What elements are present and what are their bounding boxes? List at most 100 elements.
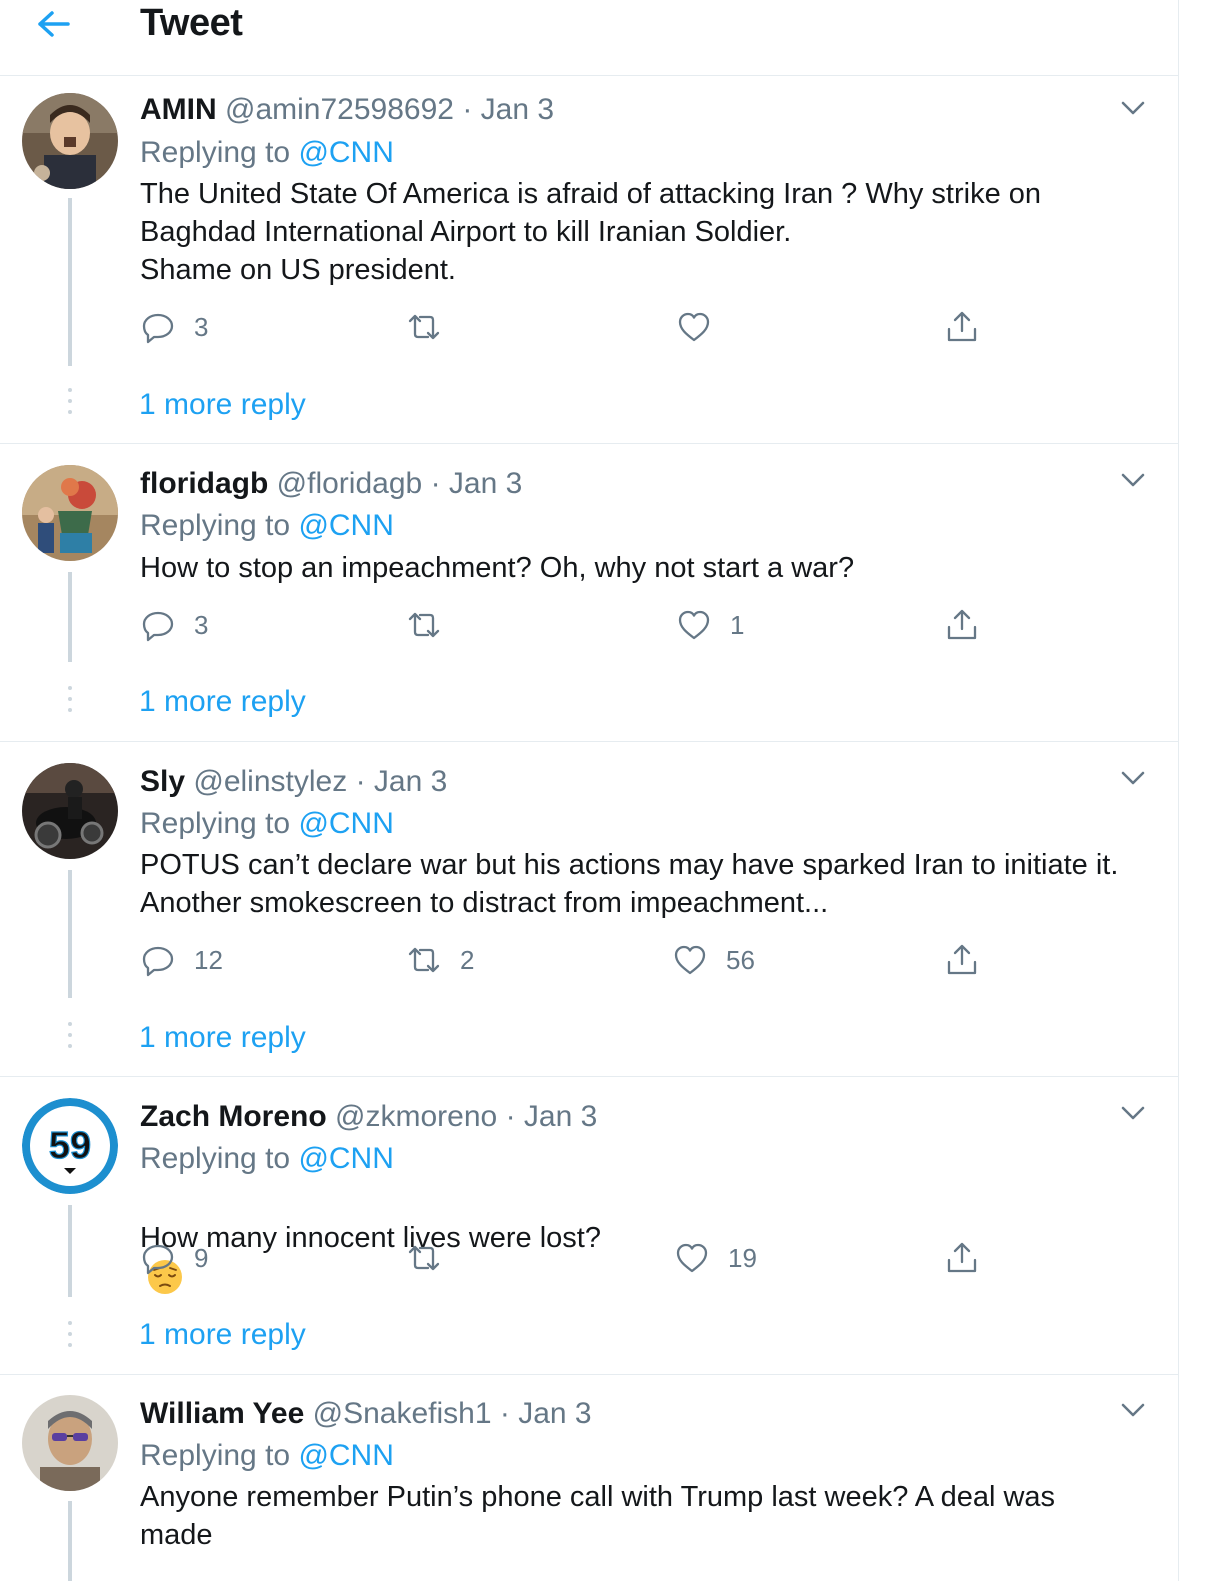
replying-to: Replying to @CNN <box>140 806 394 842</box>
page-header: Tweet <box>0 0 1178 76</box>
user-handle[interactable]: @zkmoreno <box>335 1100 497 1133</box>
reply-button[interactable]: 3 <box>140 605 208 645</box>
tweet[interactable]: AMIN @amin72598692 · Jan 3 Replying to @… <box>0 76 1178 444</box>
separator: · <box>430 467 441 500</box>
tweet-menu-button[interactable] <box>1118 763 1148 793</box>
retweet-button[interactable] <box>406 1238 470 1278</box>
user-handle[interactable]: @amin72598692 <box>225 93 454 126</box>
retweet-icon <box>408 1245 440 1271</box>
share-icon <box>947 311 977 342</box>
retweet-button[interactable] <box>406 307 470 347</box>
show-more-replies-link[interactable]: 1 more reply <box>139 387 306 423</box>
tweet-date[interactable]: Jan 3 <box>374 765 447 798</box>
reply-icon <box>142 1244 174 1275</box>
reply-count: 3 <box>194 311 209 342</box>
arrow-left-icon <box>38 11 70 37</box>
retweet-icon <box>408 612 440 638</box>
tweet-text: How many innocent lives were lost? <box>140 1222 601 1254</box>
thread-dots <box>68 388 72 421</box>
reply-icon <box>142 946 174 977</box>
tweet-text-container: How many innocent lives were lost? <box>140 1181 1150 1296</box>
replying-to: Replying to @CNN <box>140 135 394 171</box>
tweet-date[interactable]: Jan 3 <box>449 467 522 500</box>
mention-link[interactable]: @CNN <box>298 807 393 840</box>
display-name[interactable]: Sly <box>140 765 185 798</box>
reply-button[interactable]: 12 <box>140 940 223 980</box>
heart-icon <box>678 312 710 342</box>
replying-to-label: Replying to <box>140 1439 299 1472</box>
retweet-count: 2 <box>460 944 475 975</box>
mention-link[interactable]: @CNN <box>298 509 393 542</box>
show-more-replies-link[interactable]: 1 more reply <box>139 1020 306 1056</box>
show-more-replies-link[interactable]: 1 more reply <box>139 1317 306 1353</box>
like-count: 56 <box>726 944 755 975</box>
tweet[interactable]: Sly @elinstylez · Jan 3 Replying to @CNN… <box>0 742 1178 1077</box>
display-name[interactable]: AMIN <box>140 93 217 126</box>
thread-line <box>68 870 72 998</box>
tweet-date[interactable]: Jan 3 <box>518 1397 591 1430</box>
replying-to-label: Replying to <box>140 807 299 840</box>
display-name[interactable]: floridagb <box>140 467 268 500</box>
user-handle[interactable]: @Snakefish1 <box>313 1397 492 1430</box>
separator: · <box>462 93 473 126</box>
heart-icon <box>674 945 706 975</box>
retweet-button[interactable] <box>406 605 470 645</box>
display-name[interactable]: William Yee <box>140 1397 304 1430</box>
reply-count: 12 <box>194 944 223 975</box>
tweet-menu-button[interactable] <box>1118 93 1148 123</box>
thread-dots <box>68 1022 72 1055</box>
avatar[interactable]: 59 <box>22 1098 118 1194</box>
share-button[interactable] <box>944 1238 980 1278</box>
tweet-date[interactable]: Jan 3 <box>481 93 554 126</box>
heart-icon <box>678 610 710 640</box>
avatar[interactable] <box>22 763 118 859</box>
mention-link[interactable]: @CNN <box>298 136 393 169</box>
tweet-date[interactable]: Jan 3 <box>524 1100 597 1133</box>
share-button[interactable] <box>944 940 980 980</box>
tweet-text: The United State Of America is afraid of… <box>140 178 1042 286</box>
back-button[interactable] <box>34 8 74 40</box>
user-handle[interactable]: @floridagb <box>277 467 423 500</box>
mention-link[interactable]: @CNN <box>298 1142 393 1175</box>
mention-link[interactable]: @CNN <box>298 1439 393 1472</box>
replying-to: Replying to @CNN <box>140 1141 394 1177</box>
tweet-text: How to stop an impeachment? Oh, why not … <box>140 552 855 584</box>
like-button[interactable]: 1 <box>676 605 744 645</box>
reply-count: 9 <box>194 1242 209 1273</box>
share-icon <box>947 609 977 640</box>
reply-button[interactable]: 9 <box>140 1238 208 1278</box>
like-button[interactable]: 19 <box>674 1238 757 1278</box>
tweet-menu-button[interactable] <box>1118 465 1148 495</box>
tweet-header: William Yee @Snakefish1 · Jan 3 <box>140 1396 592 1432</box>
reply-button[interactable]: 3 <box>140 307 208 347</box>
chevron-down-icon <box>1121 473 1145 487</box>
tweet[interactable]: 59 Zach Moreno @zkmoreno · Jan 3 Replyin… <box>0 1077 1178 1375</box>
chevron-down-icon <box>1121 1403 1145 1417</box>
chevron-down-icon <box>1121 771 1145 785</box>
share-button[interactable] <box>944 307 980 347</box>
like-button[interactable]: 56 <box>672 940 755 980</box>
like-count: 1 <box>730 609 745 640</box>
avatar-number: 59 <box>49 1125 91 1167</box>
avatar[interactable] <box>22 1395 118 1491</box>
separator: · <box>355 765 366 798</box>
tweet-header: floridagb @floridagb · Jan 3 <box>140 466 522 502</box>
thread-line <box>68 1501 72 1581</box>
tweet[interactable]: William Yee @Snakefish1 · Jan 3 Replying… <box>0 1375 1178 1581</box>
heart-icon <box>676 1243 708 1273</box>
avatar[interactable] <box>22 465 118 561</box>
tweet[interactable]: floridagb @floridagb · Jan 3 Replying to… <box>0 444 1178 742</box>
user-handle[interactable]: @elinstylez <box>193 765 347 798</box>
avatar[interactable] <box>22 93 118 189</box>
reply-icon <box>142 313 174 344</box>
share-button[interactable] <box>944 605 980 645</box>
like-button[interactable] <box>676 307 740 347</box>
like-count: 19 <box>728 1242 757 1273</box>
tweet-menu-button[interactable] <box>1118 1395 1148 1425</box>
reply-count: 3 <box>194 609 209 640</box>
display-name[interactable]: Zach Moreno <box>140 1100 327 1133</box>
show-more-replies-link[interactable]: 1 more reply <box>139 684 306 720</box>
retweet-button[interactable]: 2 <box>406 940 474 980</box>
tweet-menu-button[interactable] <box>1118 1098 1148 1128</box>
tweet-header: Zach Moreno @zkmoreno · Jan 3 <box>140 1099 597 1135</box>
